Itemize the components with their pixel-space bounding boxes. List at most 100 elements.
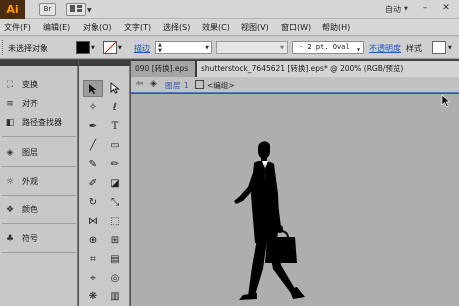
rotate-tool-icon[interactable]: ↻ [83, 194, 103, 211]
perspective-grid-tool-icon[interactable]: ⊞ [105, 232, 125, 249]
breadcrumb-layer[interactable]: 图层 1 [165, 80, 189, 91]
panel-pathfinder[interactable]: ◧ 路径查找器 [4, 116, 76, 130]
variable-width-profile[interactable]: ▼ [216, 41, 288, 54]
panel-label: 对齐 [22, 99, 38, 108]
selection-status: 未选择对象 [8, 44, 48, 53]
pathfinder-icon: ◧ [5, 118, 15, 128]
chevron-down-icon[interactable]: ▼ [357, 45, 360, 56]
minimize-button[interactable]: – [419, 2, 431, 14]
chevron-down-icon[interactable]: ▼ [205, 45, 209, 51]
line-tool-icon[interactable]: ╱ [83, 137, 103, 154]
businessman-silhouette[interactable] [221, 139, 341, 306]
document-tab[interactable]: 090 [转换].eps [131, 61, 195, 77]
panel-symbols[interactable]: ♣ 符号 [4, 232, 76, 246]
gradient-tool-icon[interactable]: ▤ [105, 251, 125, 268]
panel-transform[interactable]: ⛶ 变换 [4, 78, 76, 92]
transform-icon: ⛶ [6, 80, 14, 90]
menu-file[interactable]: 文件(F) [4, 22, 31, 33]
stroke-weight-field[interactable]: ▲ ▼ ▼ [155, 41, 212, 54]
title-bar: Ai Br ▼ 自动 ▼ – ✕ [0, 0, 459, 19]
chevron-down-icon[interactable]: ▼ [87, 7, 92, 14]
menu-edit[interactable]: 编辑(E) [43, 22, 70, 33]
column-graph-tool-icon[interactable]: ▥ [105, 288, 125, 305]
stepper-icon[interactable]: ▲ ▼ [158, 42, 162, 54]
tab-title: shutterstock_7645621 [转换].eps* @ 200% (R… [201, 64, 404, 73]
fill-swatch[interactable] [76, 41, 90, 54]
chevron-down-icon[interactable]: ▼ [118, 45, 122, 51]
layout-icon[interactable] [66, 3, 86, 16]
menu-help[interactable]: 帮助(H) [322, 22, 350, 33]
panel-dock: ⛶ 变换 ≡ 对齐 ◧ 路径查找器 ◈ 图层 ☼ 外观 ❖ 颜色 ♣ 符号 [0, 66, 78, 306]
chevron-down-icon[interactable]: ▼ [280, 45, 284, 51]
panel-label: 图层 [22, 148, 38, 157]
pen-tool-icon[interactable]: ✒ [83, 118, 103, 135]
panel-label: 符号 [22, 234, 38, 243]
lasso-tool-icon[interactable]: ℓ [105, 99, 125, 116]
align-icon: ≡ [6, 99, 14, 109]
brush-definition-select[interactable]: · 2 pt. Oval ▼ [292, 41, 364, 54]
symbol-sprayer-tool-icon[interactable]: ❋ [83, 288, 103, 305]
menu-window[interactable]: 窗口(W) [281, 22, 311, 33]
magic-wand-tool-icon[interactable]: ✧ [83, 99, 103, 116]
artboard-canvas[interactable] [131, 94, 459, 306]
scale-tool-icon[interactable]: ⤡ [105, 194, 125, 211]
opacity-link[interactable]: 不透明度 [369, 43, 401, 54]
panel-layers[interactable]: ◈ 图层 [4, 146, 76, 160]
chevron-down-icon[interactable]: ▼ [91, 45, 95, 51]
direct-selection-tool-icon[interactable] [105, 80, 125, 97]
menu-view[interactable]: 视图(V) [241, 22, 269, 33]
menu-object[interactable]: 对象(O) [83, 22, 112, 33]
panel-label: 颜色 [22, 205, 38, 214]
back-arrow-icon[interactable]: ⇦ [136, 79, 144, 89]
bridge-icon[interactable]: Br [39, 3, 56, 16]
pencil-tool-icon[interactable]: ✏ [105, 156, 125, 173]
stroke-link[interactable]: 描边 [134, 43, 150, 54]
stroke-swatch[interactable] [103, 41, 117, 54]
panel-label: 变换 [22, 80, 38, 89]
document-tab-active[interactable]: shutterstock_7645621 [转换].eps* @ 200% (R… [197, 61, 459, 77]
divider [2, 166, 76, 167]
workspace-switcher[interactable]: 自动 [385, 4, 401, 15]
divider [2, 252, 76, 253]
symbols-icon: ♣ [5, 234, 15, 244]
rectangle-tool-icon[interactable]: ▭ [105, 137, 125, 154]
style-label: 样式 [406, 44, 422, 53]
chevron-down-icon[interactable]: ▼ [404, 6, 408, 12]
style-swatch[interactable] [432, 41, 446, 54]
eyedropper-tool-icon[interactable]: ⌖ [83, 270, 103, 287]
divider [2, 195, 76, 196]
tools-panel: ✧ ℓ ✒ T ╱ ▭ ✎ ✏ ✐ ◪ ↻ ⤡ ⋈ ⬚ ⊕ ⊞ ⌗ ▤ ⌖ ◎ … [79, 66, 130, 306]
paintbrush-tool-icon[interactable]: ✎ [83, 156, 103, 173]
menu-bar: 文件(F) 编辑(E) 对象(O) 文字(T) 选择(S) 效果(C) 视图(V… [0, 19, 459, 36]
brush-definition-value: · 2 pt. Oval [299, 43, 350, 51]
menu-type[interactable]: 文字(T) [124, 22, 151, 33]
free-transform-tool-icon[interactable]: ⬚ [105, 213, 125, 230]
menu-effect[interactable]: 效果(C) [202, 22, 230, 33]
blob-brush-tool-icon[interactable]: ✐ [83, 175, 103, 192]
panel-label: 路径查找器 [22, 118, 62, 127]
isolation-mode-bar: ⇦ ◈ 图层 1 <编组> [131, 77, 459, 93]
selection-tool-icon[interactable] [83, 80, 103, 97]
panel-align[interactable]: ≡ 对齐 [4, 97, 76, 111]
type-tool-icon[interactable]: T [105, 118, 125, 135]
group-icon [195, 80, 204, 89]
breadcrumb-group[interactable]: <编组> [207, 80, 235, 91]
eraser-tool-icon[interactable]: ◪ [105, 175, 125, 192]
width-tool-icon[interactable]: ⋈ [83, 213, 103, 230]
control-bar: 未选择对象 ▼ ▼ 描边 ▲ ▼ ▼ ▼ · 2 pt. Oval ▼ 不透明度 … [0, 36, 459, 59]
chevron-down-icon[interactable]: ▼ [448, 45, 452, 51]
document-tab-bar: 090 [转换].eps shutterstock_7645621 [转换].e… [131, 60, 459, 77]
panel-appearance[interactable]: ☼ 外观 [4, 175, 76, 189]
close-button[interactable]: ✕ [439, 2, 453, 14]
mouse-cursor-icon [441, 94, 451, 108]
mesh-tool-icon[interactable]: ⌗ [83, 251, 103, 268]
appearance-icon: ☼ [5, 177, 15, 187]
shape-builder-tool-icon[interactable]: ⊕ [83, 232, 103, 249]
color-icon: ❖ [5, 205, 15, 215]
panel-grip[interactable] [2, 40, 5, 55]
panel-label: 外观 [22, 177, 38, 186]
layers-icon: ◈ [150, 79, 157, 89]
blend-tool-icon[interactable]: ◎ [105, 270, 125, 287]
menu-select[interactable]: 选择(S) [163, 22, 190, 33]
panel-color[interactable]: ❖ 颜色 [4, 203, 76, 217]
